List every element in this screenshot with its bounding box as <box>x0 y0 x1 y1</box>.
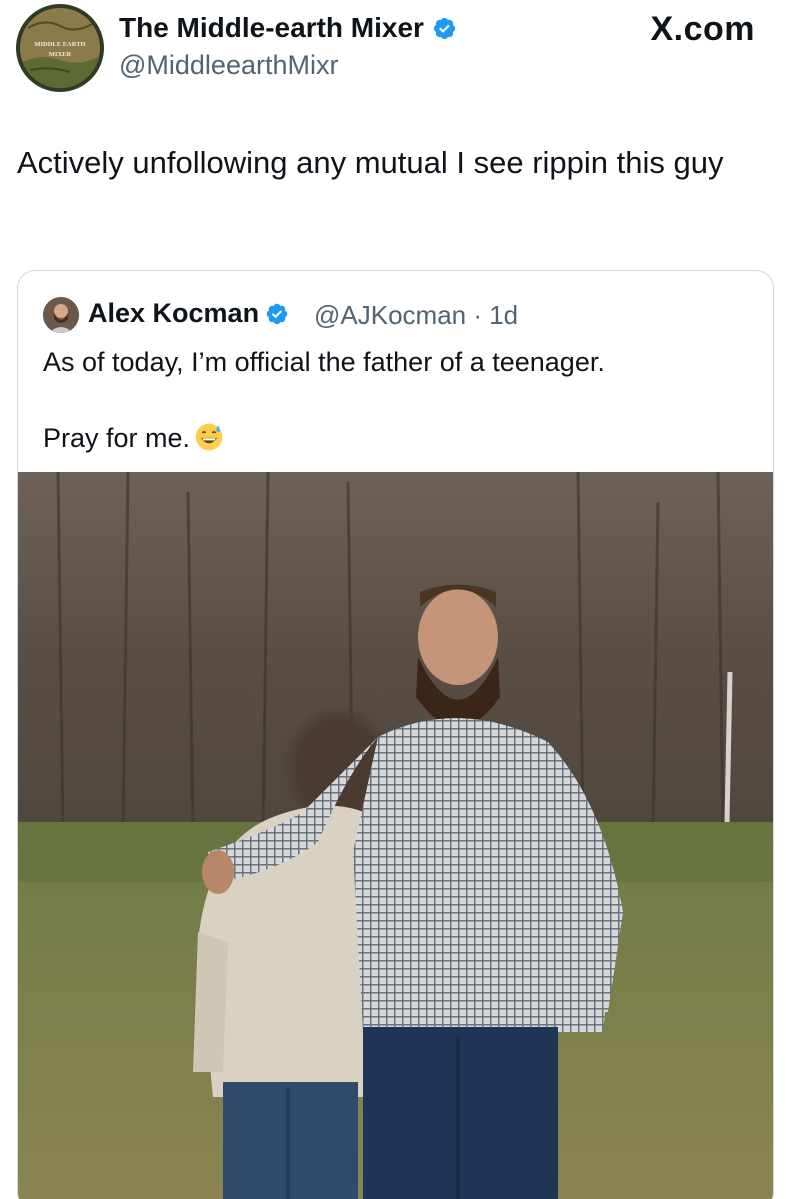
quoted-line-2: Pray for me. <box>43 419 743 457</box>
quoted-tweet-photo[interactable] <box>18 472 773 1199</box>
x-logo: X.com <box>650 10 755 48</box>
tweet-header: MIDDLE EARTH MIXER The Middle-earth Mixe… <box>0 0 791 100</box>
author-handle[interactable]: @MiddleearthMixr <box>119 50 338 81</box>
quoted-author-name[interactable]: Alex Kocman <box>88 298 289 329</box>
quoted-line-1: As of today, I’m official the father of … <box>43 347 605 377</box>
tweet-text: Actively unfollowing any mutual I see ri… <box>17 145 724 180</box>
svg-text:MIDDLE EARTH: MIDDLE EARTH <box>34 41 85 48</box>
author-avatar[interactable]: MIDDLE EARTH MIXER <box>16 4 104 92</box>
verified-badge-icon <box>266 303 288 324</box>
quoted-line-2-text: Pray for me. <box>43 423 191 453</box>
grinning-sweat-emoji-icon <box>195 423 223 451</box>
quoted-handle-time[interactable]: @AJKocman · 1d <box>314 300 518 331</box>
quoted-tweet-text: As of today, I’m official the father of … <box>43 343 743 457</box>
verified-badge-icon <box>433 17 456 39</box>
quoted-avatar-image <box>43 297 79 333</box>
author-name[interactable]: The Middle-earth Mixer <box>119 12 457 44</box>
author-name-text[interactable]: The Middle-earth Mixer <box>119 12 424 44</box>
photo-illustration <box>18 472 773 1199</box>
avatar-image: MIDDLE EARTH MIXER <box>20 8 100 88</box>
quoted-author-avatar[interactable] <box>43 297 79 333</box>
svg-text:MIXER: MIXER <box>49 51 72 58</box>
quoted-tweet[interactable]: Alex Kocman @AJKocman · 1d As of today, … <box>17 270 774 1199</box>
quoted-author-name-text[interactable]: Alex Kocman <box>88 298 259 329</box>
